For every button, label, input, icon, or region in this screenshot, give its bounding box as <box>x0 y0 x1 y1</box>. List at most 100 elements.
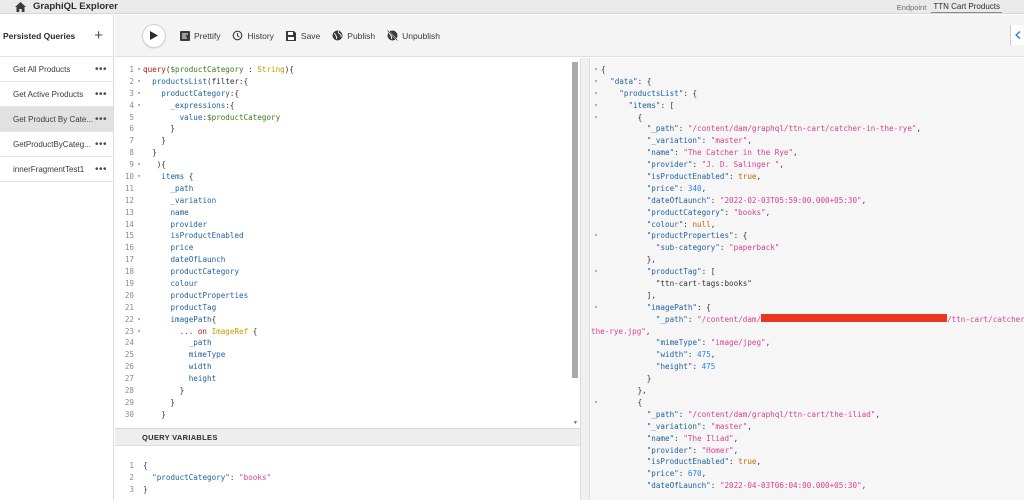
fold-gutter <box>591 361 601 373</box>
fold-arrow-icon[interactable]: ▾ <box>135 64 143 76</box>
code-line[interactable]: 15 isProductEnabled <box>115 230 294 242</box>
endpoint-value[interactable]: TTN Cart Products <box>931 2 1002 13</box>
code-line[interactable]: 11 _path <box>115 183 294 195</box>
code-line[interactable]: 17 dateOfLaunch <box>115 254 294 266</box>
more-options-icon[interactable]: ••• <box>95 114 107 125</box>
query-variables-code[interactable]: 1 {2 "productCategory": "books" 3 } <box>115 460 271 496</box>
more-options-icon[interactable]: ••• <box>95 139 107 150</box>
fold-arrow-icon[interactable]: ▾ <box>591 76 601 88</box>
fold-arrow-icon[interactable]: ▾ <box>591 112 601 124</box>
scroll-down-arrow-icon[interactable]: ▼ <box>573 420 578 426</box>
query-editor[interactable]: 1 ▾ query($productCategory : String){2 ▾ pr… <box>115 58 580 428</box>
editor-scrollbar-thumb[interactable] <box>572 62 578 378</box>
publish-button[interactable]: Publish <box>332 30 375 41</box>
code-line[interactable]: 16 price <box>115 242 294 254</box>
fold-gutter <box>591 385 601 397</box>
code-line[interactable]: 2 ▾ productsList(filter:{ <box>115 76 294 88</box>
code-line[interactable]: 28 } <box>115 385 294 397</box>
add-query-icon[interactable]: + <box>94 28 103 43</box>
code-line[interactable]: 18 productCategory <box>115 266 294 278</box>
code-line[interactable]: 13 name <box>115 207 294 219</box>
code-line[interactable]: 30 } <box>115 409 294 421</box>
code-line[interactable]: 8 } <box>115 147 294 159</box>
fold-arrow-icon[interactable]: ▾ <box>591 266 601 278</box>
fold-arrow-icon[interactable]: ▾ <box>591 397 601 409</box>
fold-arrow-icon[interactable]: ▾ <box>135 326 143 338</box>
query-variables-editor[interactable]: 1 {2 "productCategory": "books" 3 } <box>115 446 580 500</box>
result-text: "_path": "/content/dam/graphql/ttn-cart/… <box>646 409 880 419</box>
code-line[interactable]: 19 colour <box>115 278 294 290</box>
fold-arrow-icon[interactable]: ▾ <box>135 88 143 100</box>
variables-line[interactable]: 1 { <box>115 460 271 472</box>
result-line: "provider": "J. D. Salinger ", <box>591 159 1024 171</box>
code-line[interactable]: 29 } <box>115 397 294 409</box>
result-line: ▾ "imagePath": { <box>591 302 1024 314</box>
result-line: "name": "The Iliad", <box>591 433 1024 445</box>
code-line[interactable]: 26 width <box>115 361 294 373</box>
code-line[interactable]: 6 } <box>115 123 294 135</box>
home-icon[interactable] <box>13 0 27 14</box>
more-options-icon[interactable]: ••• <box>95 64 107 75</box>
result-line: ▾ { <box>591 112 1024 124</box>
fold-arrow-icon[interactable]: ▾ <box>591 100 601 112</box>
code-text: provider <box>170 219 208 229</box>
more-options-icon[interactable]: ••• <box>95 164 107 175</box>
sidebar-item-query[interactable]: Get Active Products ••• <box>0 82 113 107</box>
code-line[interactable]: 25 mimeType <box>115 349 294 361</box>
code-line[interactable]: 3 ▾ productCategory:{ <box>115 88 294 100</box>
fold-arrow-icon[interactable]: ▾ <box>591 88 601 100</box>
code-line[interactable]: 4 ▾ _expressions:{ <box>115 100 294 112</box>
query-variables-title: QUERY VARIABLES <box>142 432 218 442</box>
code-line[interactable]: 9 ▾ ){ <box>115 159 294 171</box>
fold-gutter <box>591 135 601 147</box>
sidebar-item-query[interactable]: Get Product By Cate... ••• <box>0 107 113 132</box>
pane-divider[interactable] <box>580 58 590 500</box>
variables-line[interactable]: 3 } <box>115 484 271 496</box>
result-text: "provider": "J. D. Salinger ", <box>646 160 784 170</box>
fold-arrow-icon[interactable]: ▾ <box>135 159 143 171</box>
save-button[interactable]: Save <box>286 30 320 41</box>
code-line[interactable]: 21 productTag <box>115 302 294 314</box>
fold-gutter <box>591 242 601 254</box>
docs-toggle[interactable] <box>1010 25 1024 45</box>
prettify-button[interactable]: Prettify <box>179 30 220 41</box>
fold-gutter <box>591 337 601 349</box>
fold-arrow-icon[interactable]: ▾ <box>135 314 143 326</box>
sidebar-item-query[interactable]: Get All Products ••• <box>0 57 113 82</box>
query-code[interactable]: 1 ▾ query($productCategory : String){2 ▾ pr… <box>115 64 294 421</box>
editor-scrollbar[interactable] <box>572 62 578 378</box>
code-line[interactable]: 7 } <box>115 135 294 147</box>
fold-arrow-icon[interactable]: ▾ <box>135 100 143 112</box>
code-line[interactable]: 23 ▾ ... on ImageRef { <box>115 326 294 338</box>
line-number: 2 <box>129 76 134 86</box>
fold-arrow-icon[interactable]: ▾ <box>135 171 143 183</box>
save-label: Save <box>300 30 321 41</box>
code-line[interactable]: 1 ▾ query($productCategory : String){ <box>115 64 293 76</box>
code-line[interactable]: 12 _variation <box>115 195 294 207</box>
code-line[interactable]: 24 _path <box>115 337 294 349</box>
endpoint-selector[interactable]: Endpoint TTN Cart Products <box>897 0 1002 14</box>
code-line[interactable]: 27 height <box>115 373 294 385</box>
code-text: price <box>170 243 194 253</box>
variables-line[interactable]: 2 "productCategory": "books" <box>115 472 271 484</box>
fold-arrow-icon[interactable]: ▾ <box>591 302 601 314</box>
more-options-icon[interactable]: ••• <box>95 89 107 100</box>
query-variables-header[interactable]: QUERY VARIABLES <box>115 428 580 446</box>
unpublish-button[interactable]: Unpublish <box>387 30 440 41</box>
code-line[interactable]: 14 provider <box>115 219 294 231</box>
fold-arrow-icon[interactable]: ▾ <box>591 230 601 242</box>
sidebar-item-query[interactable]: innerFragmentTest1 ••• <box>0 157 113 182</box>
code-line[interactable]: 22 ▾ imagePath{ <box>115 314 294 326</box>
code-line[interactable]: 10 ▾ items { <box>115 171 294 183</box>
history-button[interactable]: History <box>232 30 274 41</box>
result-line: ▾ "productProperties": { <box>591 230 1024 242</box>
fold-arrow-icon[interactable]: ▾ <box>135 76 143 88</box>
line-number: 1 <box>129 461 134 470</box>
result-text: } <box>601 374 652 384</box>
result-text: "data": { <box>610 76 652 86</box>
code-line[interactable]: 20 productProperties <box>115 290 294 302</box>
code-line[interactable]: 5 value:$productCategory <box>115 112 294 124</box>
run-query-button[interactable] <box>142 23 166 48</box>
sidebar-item-query[interactable]: GetProductByCateg... ••• <box>0 132 113 157</box>
fold-arrow-icon[interactable]: ▾ <box>591 64 601 76</box>
